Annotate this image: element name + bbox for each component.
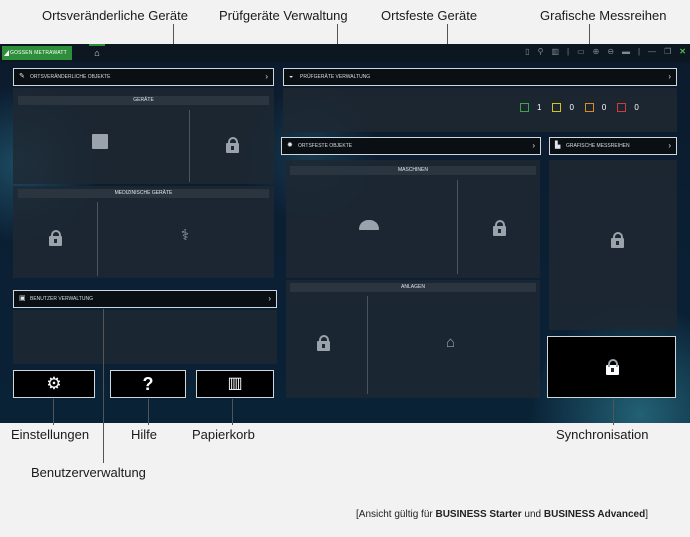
lock-icon[interactable] (49, 230, 62, 246)
header-label: PRÜFGERÄTE VERWALTUNG (300, 74, 371, 80)
callout-ortsfeste: Ortsfeste Geräte (381, 8, 478, 23)
maschinen-label: MASCHINEN (290, 166, 536, 175)
status-counters: 1 0 0 0 (520, 103, 639, 112)
lock-icon[interactable] (226, 137, 239, 153)
callout-line (53, 399, 54, 425)
callout-hilfe: Hilfe (131, 427, 158, 442)
sync-button[interactable] (547, 336, 676, 398)
trash-button[interactable]: ▥ (196, 370, 274, 398)
chevron-right-icon: › (265, 72, 268, 81)
maschinen-panel (286, 160, 540, 278)
callout-line (613, 399, 614, 425)
callout-einstellungen: Einstellungen (11, 427, 90, 442)
lock-icon[interactable] (611, 232, 624, 248)
validity-caption: [Ansicht gültig für BUSINESS Starter und… (356, 509, 648, 520)
document-icon[interactable]: ▯ (525, 47, 529, 56)
device-icon[interactable] (92, 134, 108, 149)
caduceus-icon[interactable]: ⚕ (181, 226, 189, 244)
ortsveraenderliche-objekte-header[interactable]: ✎ ORTSVERÄNDERLICHE OBJEKTE › (13, 68, 274, 86)
building-icon[interactable]: ⌂ (446, 334, 455, 351)
pruefgeraete-verwaltung-header[interactable]: ◒ PRÜFGERÄTE VERWALTUNG › (283, 68, 677, 86)
header-label: BENUTZER VERWALTUNG (30, 296, 93, 302)
chevron-right-icon: › (268, 294, 271, 303)
pin-icon[interactable]: ⚲ (538, 47, 544, 56)
machine-icon[interactable] (359, 220, 379, 230)
status-box-yellow (552, 103, 562, 112)
counter-value: 1 (537, 103, 542, 112)
caption-suffix: ] (645, 509, 648, 520)
caption-advanced: BUSINESS Advanced (543, 509, 646, 520)
counter-value: 0 (601, 103, 607, 112)
header-label: ORTSFESTE OBJEKTE (298, 143, 353, 149)
callout-line (103, 309, 104, 463)
toolbar-divider: | (638, 47, 641, 56)
folder-icon[interactable]: ▬ (622, 47, 630, 56)
trash-icon: ▥ (227, 375, 243, 392)
meter-icon: ◒ (289, 73, 294, 80)
lock-icon (606, 359, 619, 375)
close-icon[interactable]: ✕ (679, 47, 686, 56)
help-button[interactable]: ? (110, 370, 186, 398)
caption-starter: BUSINESS Starter (435, 509, 522, 520)
help-icon: ? (142, 374, 154, 394)
toolbar-divider: | (567, 47, 570, 56)
zoom-out-icon[interactable]: ⊖ (607, 47, 614, 56)
panel-divider (367, 296, 368, 394)
chevron-right-icon: › (668, 141, 671, 150)
callout-line (148, 399, 149, 425)
counter-yellow[interactable]: 0 (552, 103, 574, 112)
gears-icon: ⚙ (46, 374, 62, 393)
callout-benutzerverwaltung: Benutzerverwaltung (31, 465, 146, 480)
medizinische-label: MEDIZINISCHE GERÄTE (18, 189, 269, 198)
settings-button[interactable]: ⚙ (13, 370, 95, 398)
caption-prefix: [Ansicht gültig für (356, 509, 436, 520)
panel-divider (189, 110, 190, 182)
minimize-icon[interactable]: — (648, 47, 656, 56)
callout-ortsveraenderliche: Ortsveränderliche Geräte (42, 8, 188, 23)
restore-icon[interactable]: ❐ (664, 47, 671, 56)
counter-orange[interactable]: 0 (584, 103, 607, 112)
status-box-red (617, 103, 627, 112)
counter-value: 0 (569, 103, 574, 112)
geraete-label: GERÄTE (18, 96, 269, 105)
callout-synchronisation: Synchronisation (556, 427, 649, 442)
header-label: GRAFISCHE MESSREIHEN (566, 143, 630, 149)
gear-small-icon: ✹ (287, 142, 293, 149)
counter-value: 0 (634, 103, 639, 112)
counter-green[interactable]: 1 (520, 103, 541, 112)
window-toolbar: ▯ ⚲ ▥ | ▭ ⊕ ⊖ ▬ | — ❐ ✕ (525, 47, 686, 56)
lock-icon[interactable] (493, 220, 506, 236)
logo-mark (4, 50, 9, 56)
logo-text: GOSSEN METRAWATT (10, 50, 67, 56)
panel-divider (97, 202, 98, 276)
callout-grafische: Grafische Messreihen (540, 8, 667, 23)
zoom-in-icon[interactable]: ⊕ (593, 47, 600, 56)
plug-icon: ✎ (19, 73, 25, 80)
status-box-orange (584, 103, 594, 112)
header-label: ORTSVERÄNDERLICHE OBJEKTE (30, 74, 111, 80)
user-icon: ▣ (19, 295, 26, 302)
screen-icon[interactable]: ▭ (577, 47, 585, 56)
callout-papierkorb: Papierkorb (192, 427, 255, 442)
status-box-green (520, 103, 529, 112)
chart-icon: ▙ (555, 142, 561, 149)
app-logo: GOSSEN METRAWATT (2, 46, 72, 60)
chevron-right-icon: › (668, 72, 671, 81)
counter-red[interactable]: 0 (617, 103, 639, 112)
lock-icon[interactable] (317, 335, 330, 351)
grafische-messreihen-header[interactable]: ▙ GRAFISCHE MESSREIHEN › (549, 137, 677, 155)
title-bar: GOSSEN METRAWATT ⌂ ▯ ⚲ ▥ | ▭ ⊕ ⊖ ▬ | — ❐… (0, 44, 690, 62)
chevron-right-icon: › (532, 141, 535, 150)
home-icon: ⌂ (94, 48, 100, 58)
trash-small-icon[interactable]: ▥ (551, 47, 559, 56)
home-button[interactable]: ⌂ (89, 44, 105, 62)
callout-pruefgeraete: Prüfgeräte Verwaltung (219, 8, 348, 23)
benutzer-panel (13, 310, 277, 364)
callout-line (232, 399, 233, 425)
anlagen-label: ANLAGEN (290, 283, 536, 292)
panel-divider (457, 180, 458, 274)
caption-middle: und (521, 509, 544, 520)
ortsfeste-objekte-header[interactable]: ✹ ORTSFESTE OBJEKTE › (281, 137, 541, 155)
benutzer-verwaltung-header[interactable]: ▣ BENUTZER VERWALTUNG › (13, 290, 277, 308)
